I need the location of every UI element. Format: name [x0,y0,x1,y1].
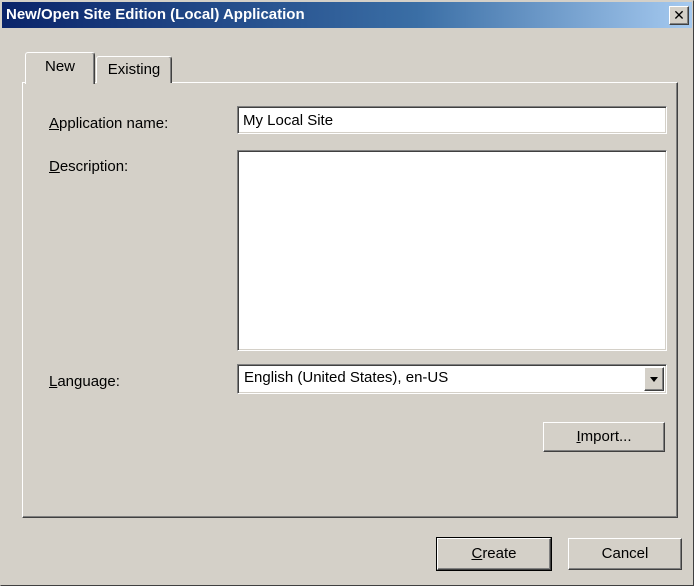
dialog-window: New/Open Site Edition (Local) Applicatio… [0,0,694,586]
tab-new-label: New [44,58,75,75]
application-name-label-text: pplication name: [59,115,169,132]
create-button[interactable]: Create [436,537,552,571]
language-select[interactable]: English (United States), en-US [237,364,667,394]
tab-existing-label: Existing [107,61,161,78]
language-label-text: anguage: [57,373,120,390]
import-button[interactable]: Import... [543,422,665,452]
cancel-button-label: Cancel [601,545,649,562]
application-name-input[interactable] [237,106,667,134]
tab-new[interactable]: New [25,52,95,84]
cancel-button[interactable]: Cancel [568,538,682,570]
mnemonic-d: D [49,158,60,175]
mnemonic-a: A [49,115,60,132]
close-button[interactable]: ✕ [669,6,689,25]
language-selected-value: English (United States), en-US [244,369,449,386]
title-bar[interactable]: New/Open Site Edition (Local) Applicatio… [2,2,692,28]
description-label: Description: [49,158,128,175]
mnemonic-c: C [471,545,483,562]
tab-panel-new: Application name: Description: Language:… [22,82,678,518]
window-title: New/Open Site Edition (Local) Applicatio… [6,6,305,23]
description-label-text: escription: [59,158,129,175]
close-icon: ✕ [673,7,685,23]
import-button-label: mport... [580,428,632,445]
application-name-label: Application name: [49,115,168,132]
create-button-label: reate [482,545,517,562]
language-label: Language: [49,373,120,390]
chevron-down-icon[interactable] [644,367,664,391]
tab-existing[interactable]: Existing [96,56,172,83]
description-textarea[interactable] [237,150,667,351]
